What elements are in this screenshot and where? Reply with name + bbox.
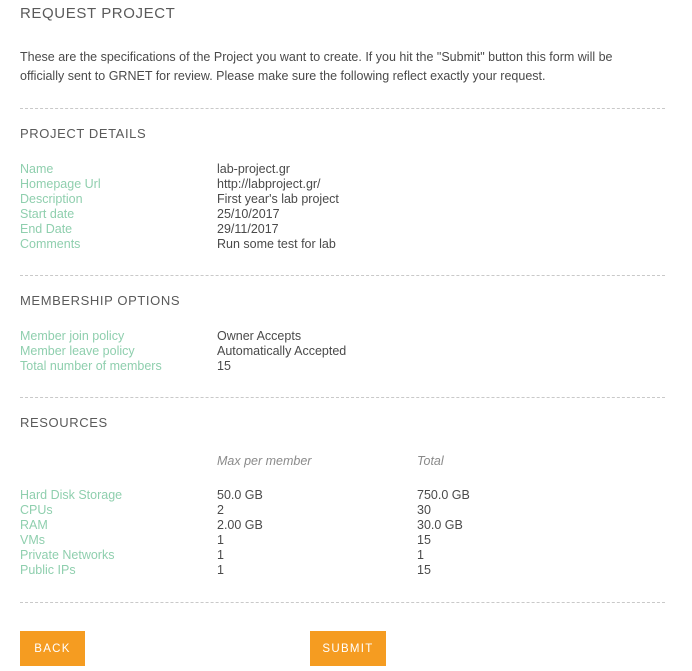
- resource-max: 50.0 GB: [217, 488, 263, 502]
- page-content: REQUEST PROJECT These are the specificat…: [0, 0, 692, 671]
- detail-value: http://labproject.gr/: [217, 177, 321, 191]
- submit-button[interactable]: SUBMIT: [310, 631, 386, 666]
- project-details-rows: Name lab-project.gr Homepage Url http://…: [20, 162, 672, 252]
- resource-max: 2.00 GB: [217, 518, 263, 532]
- section-title-membership-options: MEMBERSHIP OPTIONS: [20, 293, 181, 308]
- membership-label: Member leave policy: [20, 344, 135, 358]
- request-project-page: REQUEST PROJECT These are the specificat…: [0, 0, 692, 666]
- detail-row: Name lab-project.gr: [20, 162, 672, 177]
- resources-header-spacer: [20, 454, 217, 469]
- resource-row: VMs 1 15: [20, 533, 672, 548]
- detail-row: Comments Run some test for lab: [20, 237, 672, 252]
- membership-options-rows: Member join policy Owner Accepts Member …: [20, 329, 672, 374]
- resources-table-header: Max per member Total: [20, 454, 672, 469]
- membership-label: Total number of members: [20, 359, 162, 373]
- resource-row: Hard Disk Storage 50.0 GB 750.0 GB: [20, 488, 672, 503]
- resource-row: RAM 2.00 GB 30.0 GB: [20, 518, 672, 533]
- page-title: REQUEST PROJECT: [20, 5, 176, 22]
- resource-total: 750.0 GB: [417, 488, 470, 502]
- detail-label: Comments: [20, 237, 81, 251]
- resources-column-max-per-member: Max per member: [217, 454, 312, 468]
- section-title-project-details: PROJECT DETAILS: [20, 126, 147, 141]
- action-bar: BACK SUBMIT: [20, 631, 672, 671]
- detail-row: Description First year's lab project: [20, 192, 672, 207]
- membership-value: Owner Accepts: [217, 329, 302, 343]
- resource-name: CPUs: [20, 503, 53, 517]
- resource-total: 30.0 GB: [417, 518, 463, 532]
- resource-max: 1: [217, 548, 224, 562]
- detail-value: 29/11/2017: [217, 222, 279, 236]
- membership-row: Total number of members 15: [20, 359, 672, 374]
- detail-value: First year's lab project: [217, 192, 339, 206]
- detail-label: End Date: [20, 222, 73, 236]
- resource-name: RAM: [20, 518, 48, 532]
- detail-value: 25/10/2017: [217, 207, 280, 221]
- resource-total: 30: [417, 503, 431, 517]
- detail-label: Description: [20, 192, 83, 206]
- resource-name: VMs: [20, 533, 45, 547]
- resource-max: 1: [217, 533, 224, 547]
- membership-value: Automatically Accepted: [217, 344, 347, 358]
- resource-total: 15: [417, 533, 431, 547]
- detail-row: Homepage Url http://labproject.gr/: [20, 177, 672, 192]
- membership-label: Member join policy: [20, 329, 125, 343]
- resources-column-total: Total: [417, 454, 444, 468]
- detail-value: lab-project.gr: [217, 162, 290, 176]
- resource-name: Public IPs: [20, 563, 76, 577]
- detail-label: Name: [20, 162, 54, 176]
- membership-row: Member join policy Owner Accepts: [20, 329, 672, 344]
- intro-paragraph: These are the specifications of the Proj…: [20, 50, 613, 83]
- resource-name: Hard Disk Storage: [20, 488, 123, 502]
- detail-row: Start date 25/10/2017: [20, 207, 672, 222]
- detail-label: Start date: [20, 207, 75, 221]
- resource-row: CPUs 2 30: [20, 503, 672, 518]
- membership-row: Member leave policy Automatically Accept…: [20, 344, 672, 359]
- section-title-resources: RESOURCES: [20, 415, 108, 430]
- resource-name: Private Networks: [20, 548, 115, 562]
- resource-max: 2: [217, 503, 224, 517]
- resources-table-body: Hard Disk Storage 50.0 GB 750.0 GB CPUs …: [20, 488, 672, 578]
- detail-label: Homepage Url: [20, 177, 101, 191]
- resource-total: 15: [417, 563, 431, 577]
- resource-max: 1: [217, 563, 224, 577]
- back-button[interactable]: BACK: [20, 631, 85, 666]
- resource-row: Public IPs 1 15: [20, 563, 672, 578]
- detail-row: End Date 29/11/2017: [20, 222, 672, 237]
- resource-total: 1: [417, 548, 424, 562]
- detail-value: Run some test for lab: [217, 237, 336, 251]
- membership-value: 15: [217, 359, 231, 373]
- resource-row: Private Networks 1 1: [20, 548, 672, 563]
